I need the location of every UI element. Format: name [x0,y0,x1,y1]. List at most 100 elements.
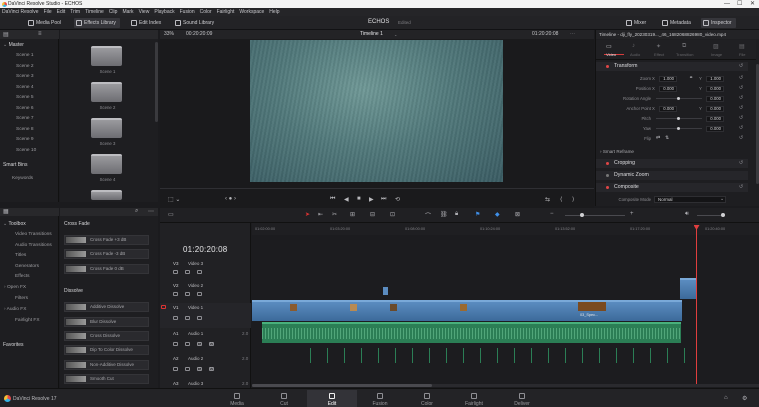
playhead-line[interactable] [696,227,697,387]
jog-control[interactable]: ‹ ● › [225,196,236,204]
track-enable-icon[interactable] [197,270,202,274]
clip-thumbnail-scene-5[interactable] [91,190,122,200]
track-v3-name[interactable]: Video 3 [188,261,203,266]
lock-icon[interactable] [173,342,178,346]
media-pool-button[interactable]: Media Pool [26,18,61,28]
volume-icon[interactable]: 🔊︎ [685,211,689,218]
minimize-button[interactable]: — [724,0,730,8]
composite-reset-icon[interactable]: ↺ [739,184,743,190]
maximize-button[interactable]: ☐ [737,0,742,8]
sort-icon[interactable]: ≡ [38,31,42,37]
menu-edit[interactable]: Edit [57,9,66,15]
open-fx-section[interactable]: › Open FX [0,283,59,294]
toolbox-item-generators[interactable]: Generators [0,262,59,273]
settings-gear-icon[interactable]: ⚙ [742,395,747,402]
page-edit[interactable]: Edit [307,390,357,407]
menu-clip[interactable]: Clip [109,9,118,15]
replace-clip-icon[interactable]: ⊡ [390,211,395,218]
menu-color[interactable]: Color [200,9,212,15]
bin-item-scene-5[interactable]: Scene 5 [0,93,59,104]
grid-view-icon[interactable]: ▦ [3,208,9,215]
toolbox-item-fairlight-fx[interactable]: Fairlight FX [0,316,59,327]
zoom-out-icon[interactable]: − [550,211,554,217]
menu-file[interactable]: File [44,9,52,15]
menu-fairlight[interactable]: Fairlight [217,9,235,15]
audio-tab-icon[interactable]: ♪ [632,43,635,49]
flip-vertical-icon[interactable]: ⇅ [665,135,669,141]
skip-start-icon[interactable]: ⏮ [330,196,335,204]
flip-reset-icon[interactable]: ↺ [739,135,743,141]
viewer-zoom[interactable]: 33% [164,30,174,39]
rotation-field[interactable]: 0.000 [706,96,724,102]
pitch-field[interactable]: 0.000 [706,116,724,122]
scrub-bar[interactable] [160,188,594,189]
play-icon[interactable]: ▶ [369,196,374,204]
tab-effect[interactable]: Effect [654,52,664,57]
video-clip-track-v1[interactable] [252,300,682,321]
effect-cross-fade-minus-3[interactable]: Cross Fade -3 dB [64,249,149,259]
effect-smooth-cut[interactable]: Smooth Cut [64,374,149,384]
bin-item-scene-6[interactable]: Scene 6 [0,104,59,115]
composite-section[interactable]: Composite [596,183,748,192]
more-options-icon[interactable]: ⋯ [148,208,154,215]
lock-icon[interactable] [173,316,178,320]
lock-icon[interactable] [173,270,178,274]
toolbox-item-audio-transitions[interactable]: Audio Transitions [0,241,59,252]
yaw-slider-handle[interactable] [677,126,680,130]
auto-select-icon[interactable] [185,367,190,371]
track-enable-icon[interactable] [197,292,202,296]
menu-help[interactable]: Help [269,9,279,15]
dynamic-zoom-section[interactable]: Dynamic Zoom [596,171,748,180]
zoom-slider-handle[interactable] [580,213,584,217]
solo-button[interactable]: S [197,342,202,346]
zoom-reset-icon[interactable]: ↺ [739,75,743,81]
zoom-full-icon[interactable]: ⊠ [515,211,520,218]
bin-item-scene-4[interactable]: Scene 4 [0,83,59,94]
effect-tab-icon[interactable]: ✦ [656,43,661,50]
track-v2-name[interactable]: Video 2 [188,283,203,288]
toolbox-section[interactable]: ⌄ Toolbox [0,220,59,229]
menu-mark[interactable]: Mark [122,9,133,15]
keywords-bin[interactable]: Keywords [0,174,59,185]
timeline-dropdown-icon[interactable]: ⌄ [394,30,397,39]
insert-clip-icon[interactable]: ⊞ [350,211,355,218]
clip-thumbnail-scene-1[interactable] [91,46,122,66]
audio-waveform-track-a2[interactable] [310,348,690,363]
toolbox-item-effects[interactable]: Effects [0,272,59,283]
toolbox-item-titles[interactable]: Titles [0,251,59,262]
yaw-reset-icon[interactable]: ↺ [739,125,743,131]
effect-dip-to-color-dissolve[interactable]: Dip To Color Dissolve [64,345,149,355]
pitch-reset-icon[interactable]: ↺ [739,115,743,121]
menu-timeline[interactable]: Timeline [85,9,104,15]
auto-select-icon[interactable] [185,292,190,296]
position-y-field[interactable]: 0.000 [706,86,724,92]
pitch-slider-handle[interactable] [677,116,680,120]
dynamic-zoom-enable-dot[interactable] [606,174,609,177]
auto-select-icon[interactable] [185,270,190,274]
rotation-slider-handle[interactable] [677,96,680,100]
cropping-enable-dot[interactable] [606,162,609,165]
mute-button[interactable]: M [209,367,214,371]
clip-thumbnail-scene-2[interactable] [91,82,122,102]
transition-tab-icon[interactable]: ⧉ [682,43,686,50]
bin-item-scene-9[interactable]: Scene 9 [0,135,59,146]
marker-icon[interactable]: ◆ [495,211,500,218]
toolbox-item-video-transitions[interactable]: Video Transitions [0,230,59,241]
video-clip-track-v2-end[interactable] [680,278,696,299]
effect-cross-dissolve[interactable]: Cross Dissolve [64,331,149,341]
position-x-field[interactable]: 0.000 [659,86,677,92]
master-bin[interactable]: ⌄ Master [0,41,59,50]
sound-library-button[interactable]: Sound Library [173,18,214,28]
page-deliver[interactable]: Deliver [497,390,547,407]
media-pool-scrollbar[interactable] [155,42,158,122]
bin-item-scene-7[interactable]: Scene 7 [0,114,59,125]
inspector-button[interactable]: Inspector [701,18,736,28]
clip-thumbnail-scene-4[interactable] [91,154,122,174]
loop-icon[interactable]: ⟲ [395,196,400,204]
edit-index-button[interactable]: Edit Index [129,18,161,28]
zoom-y-field[interactable]: 1.000 [706,76,724,82]
anchor-y-field[interactable]: 0.000 [706,106,724,112]
flip-horizontal-icon[interactable]: ⇄ [656,135,660,141]
menu-view[interactable]: View [139,9,150,15]
timeline-scroll-thumb[interactable] [252,384,432,387]
